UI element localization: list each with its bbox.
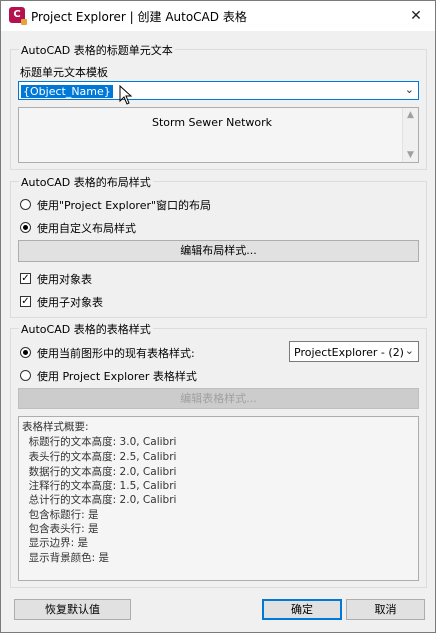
window-title: Project Explorer | 创建 AutoCAD 表格 xyxy=(31,10,247,24)
dialog-window: C Project Explorer | 创建 AutoCAD 表格 ✕ Aut… xyxy=(0,0,436,633)
checkbox-object-table-label[interactable]: 使用对象表 xyxy=(37,271,92,287)
edit-table-style-button: 编辑表格样式... xyxy=(18,388,419,409)
title-preview-text: Storm Sewer Network xyxy=(151,116,273,129)
table-style-dropdown-value: ProjectExplorer - (2) xyxy=(294,346,404,359)
mouse-pointer-icon xyxy=(119,85,133,105)
radio-window-layout[interactable] xyxy=(20,199,31,210)
summary-line: 显示背景颜色: 是 xyxy=(22,552,110,564)
preview-scrollbar[interactable]: ▲ ▼ xyxy=(402,108,418,162)
radio-pe-table-style[interactable] xyxy=(20,370,31,381)
radio-window-layout-label[interactable]: 使用"Project Explorer"窗口的布局 xyxy=(37,197,211,213)
radio-current-drawing-style[interactable] xyxy=(20,347,31,358)
title-bar: C Project Explorer | 创建 AutoCAD 表格 ✕ xyxy=(1,1,435,31)
title-text-group-label: AutoCAD 表格的标题单元文本 xyxy=(19,42,175,58)
scroll-down-icon[interactable]: ▼ xyxy=(403,150,418,160)
summary-line: 总计行的文本高度: 2.0, Calibri xyxy=(22,494,177,506)
radio-custom-layout[interactable] xyxy=(20,222,31,233)
reset-defaults-button[interactable]: 恢复默认值 xyxy=(14,599,131,620)
layout-style-group-label: AutoCAD 表格的布局样式 xyxy=(19,174,153,190)
radio-current-drawing-style-label[interactable]: 使用当前图形中的现有表格样式: xyxy=(37,345,195,361)
civil3d-app-icon: C xyxy=(9,7,27,25)
summary-line: 显示边界: 是 xyxy=(22,537,89,549)
checkbox-child-table-label[interactable]: 使用子对象表 xyxy=(37,294,103,310)
title-preview-box: Storm Sewer Network ▲ ▼ xyxy=(18,107,419,163)
summary-line: 注释行的文本高度: 1.5, Calibri xyxy=(22,480,177,492)
cancel-button[interactable]: 取消 xyxy=(346,599,425,620)
table-style-dropdown[interactable]: ProjectExplorer - (2) ⌄ xyxy=(289,341,419,362)
scroll-up-icon[interactable]: ▲ xyxy=(403,110,418,120)
summary-line: 标题行的文本高度: 3.0, Calibri xyxy=(22,436,177,448)
radio-custom-layout-label[interactable]: 使用自定义布局样式 xyxy=(37,220,136,236)
radio-pe-table-style-label[interactable]: 使用 Project Explorer 表格样式 xyxy=(37,368,197,384)
template-combo-value: {Object_Name} xyxy=(21,85,113,98)
table-style-group-label: AutoCAD 表格的表格样式 xyxy=(19,321,153,337)
ok-button[interactable]: 确定 xyxy=(262,599,342,620)
summary-line: 数据行的文本高度: 2.0, Calibri xyxy=(22,466,177,478)
summary-line: 表头行的文本高度: 2.5, Calibri xyxy=(22,451,177,463)
chevron-down-icon[interactable]: ⌄ xyxy=(405,344,414,357)
edit-layout-style-button[interactable]: 编辑布局样式... xyxy=(18,240,419,262)
checkbox-child-table[interactable]: ✓ xyxy=(20,296,31,307)
close-icon[interactable]: ✕ xyxy=(407,7,425,25)
summary-line: 包含标题行: 是 xyxy=(22,509,99,521)
template-combo[interactable]: {Object_Name} ⌄ xyxy=(18,81,419,100)
summary-line: 包含表头行: 是 xyxy=(22,523,99,535)
checkbox-object-table[interactable]: ✓ xyxy=(20,273,31,284)
summary-line: 表格样式概要: xyxy=(22,421,89,433)
chevron-down-icon[interactable]: ⌄ xyxy=(405,83,414,96)
table-style-summary: 表格样式概要: 标题行的文本高度: 3.0, Calibri 表头行的文本高度:… xyxy=(18,416,419,581)
template-label: 标题单元文本模板 xyxy=(20,66,108,79)
